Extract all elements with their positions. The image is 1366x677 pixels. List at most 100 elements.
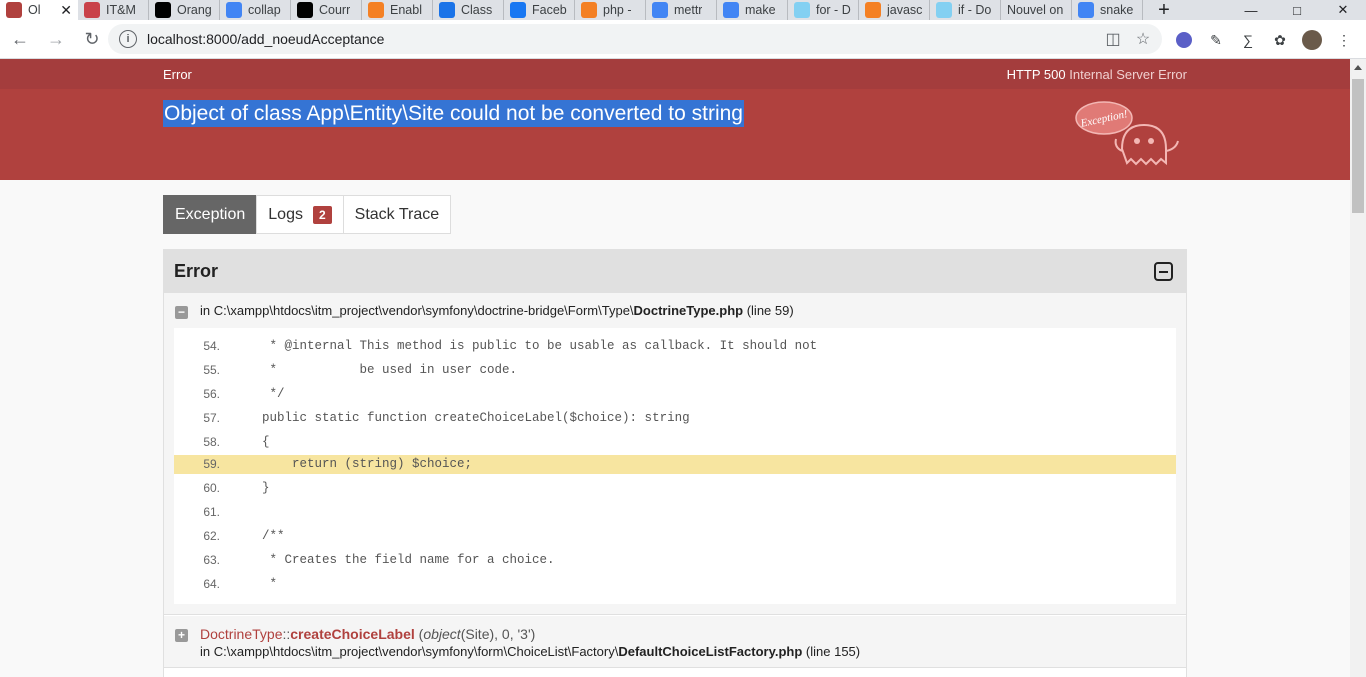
page-content: Error HTTP 500 Internal Server Error Obj… xyxy=(0,59,1350,677)
reload-icon[interactable]: ↻ xyxy=(76,23,108,55)
code-line-text: /** xyxy=(262,529,285,543)
browser-tab-label: Orang xyxy=(177,3,212,17)
exception-tabs: Exception Logs 2 Stack Trace xyxy=(163,195,452,234)
frame-class: DoctrineType xyxy=(200,626,283,642)
google-icon xyxy=(1078,2,1094,18)
error-label: Error xyxy=(163,67,192,82)
browser-tab-label: Enabl xyxy=(390,3,422,17)
frame-path: C:\xampp\htdocs\itm_project\vendor\symfo… xyxy=(213,303,634,318)
code-line-number: 60. xyxy=(203,481,220,495)
extensions-puzzle-icon[interactable]: ✿ xyxy=(1270,30,1290,50)
frame-line: (line 59) xyxy=(746,303,794,318)
code-line-number: 58. xyxy=(203,435,220,449)
code-line: 60.} xyxy=(174,479,1176,498)
code-line: 63. * Creates the field name for a choic… xyxy=(174,551,1176,570)
mdn-icon xyxy=(794,2,810,18)
code-line-text: return (string) $choice; xyxy=(262,457,473,471)
extension-icon[interactable]: ∑ xyxy=(1238,30,1258,50)
bookmark-star-icon[interactable]: ☆ xyxy=(1134,30,1152,48)
browser-tab-label: php - xyxy=(603,3,632,17)
browser-tab[interactable]: javasc xyxy=(859,0,930,20)
extension-icon[interactable]: ✎ xyxy=(1206,30,1226,50)
avatar[interactable] xyxy=(1302,30,1322,50)
code-line: 56. */ xyxy=(174,385,1176,404)
address-bar[interactable]: i localhost:8000/add_noeudAcceptance ◫ ☆ xyxy=(108,24,1162,54)
browser-tab-label: snake xyxy=(1100,3,1134,17)
browser-tab[interactable]: for - D xyxy=(788,0,859,20)
loading-icon xyxy=(439,2,455,18)
forward-icon[interactable]: → xyxy=(40,23,72,55)
code-line: 62. /** xyxy=(174,527,1176,546)
frame-line: (line 155) xyxy=(805,644,861,659)
status-text: Internal Server Error xyxy=(1069,67,1187,82)
trace-frame: − in C:\xampp\htdocs\itm_project\vendor\… xyxy=(164,293,1186,615)
code-line: 57. public static function createChoiceLa… xyxy=(174,409,1176,428)
tab-stack-trace[interactable]: Stack Trace xyxy=(342,195,452,234)
browser-tab[interactable]: Nouvel on xyxy=(1001,0,1072,20)
code-line-number: 62. xyxy=(203,529,220,543)
symfony-icon xyxy=(155,2,171,18)
browser-tab-label: collap xyxy=(248,3,281,17)
browser-tab[interactable]: collap xyxy=(220,0,291,20)
back-icon[interactable]: ← xyxy=(4,23,36,55)
browser-tab[interactable]: Enabl xyxy=(362,0,433,20)
exception-header: Object of class App\Entity\Site could no… xyxy=(0,89,1350,180)
exception-message: Object of class App\Entity\Site could no… xyxy=(163,100,744,127)
frame-file: DoctrineType.php xyxy=(633,303,744,318)
code-line-number: 57. xyxy=(203,411,220,425)
code-line: 64. * xyxy=(174,575,1176,594)
menu-kebab-icon[interactable]: ⋮ xyxy=(1334,30,1354,50)
stackoverflow-icon xyxy=(865,2,881,18)
google-icon xyxy=(652,2,668,18)
browser-tab-label: Faceb xyxy=(532,3,567,17)
close-window-icon[interactable]: ✕ xyxy=(1320,0,1366,20)
code-line-number: 55. xyxy=(203,363,220,377)
code-line: 54. * @internal This method is public to… xyxy=(174,337,1176,356)
browser-tab[interactable]: Ol ✕ xyxy=(0,0,78,20)
scroll-up-icon[interactable] xyxy=(1354,65,1362,70)
ghost-icon: Exception! xyxy=(1075,101,1179,166)
maximize-icon[interactable]: □ xyxy=(1274,0,1320,20)
minimize-icon[interactable]: — xyxy=(1228,0,1274,20)
collapse-all-icon[interactable] xyxy=(1154,262,1173,281)
new-tab-button[interactable]: + xyxy=(1149,0,1179,20)
trace-header: Error xyxy=(164,250,1186,293)
browser-tab-label: if - Do xyxy=(958,3,992,17)
browser-tab-label: make xyxy=(745,3,776,17)
browser-tab[interactable]: IT&M xyxy=(78,0,149,20)
browser-tab[interactable]: if - Do xyxy=(930,0,1001,20)
browser-tab[interactable]: Orang xyxy=(149,0,220,20)
extension-icon[interactable] xyxy=(1174,30,1194,50)
browser-tab[interactable]: Faceb xyxy=(504,0,575,20)
url-text[interactable]: localhost:8000/add_noeudAcceptance xyxy=(147,31,384,47)
browser-tab-label: Courr xyxy=(319,3,351,17)
facebook-icon xyxy=(510,2,526,18)
stackoverflow-icon xyxy=(581,2,597,18)
translate-icon[interactable]: ◫ xyxy=(1104,30,1122,48)
browser-tab-label: mettr xyxy=(674,3,703,17)
code-line-number: 64. xyxy=(203,577,220,591)
browser-tab-label: Ol xyxy=(28,3,41,17)
code-line-text: { xyxy=(262,435,270,449)
browser-tab-label: Nouvel on xyxy=(1007,3,1064,17)
browser-tab[interactable]: mettr xyxy=(646,0,717,20)
site-info-icon[interactable]: i xyxy=(119,30,137,48)
collapse-frame-icon[interactable]: − xyxy=(175,306,188,319)
code-line: 58. { xyxy=(174,433,1176,452)
trace-title: Error xyxy=(174,261,219,281)
browser-tab[interactable]: Class xyxy=(433,0,504,20)
browser-tab[interactable]: php - xyxy=(575,0,646,20)
tab-logs[interactable]: Logs 2 xyxy=(256,195,344,234)
http-status: HTTP 500 Internal Server Error xyxy=(1007,67,1187,82)
scrollbar-thumb[interactable] xyxy=(1352,79,1364,213)
browser-tab[interactable]: Courr xyxy=(291,0,362,20)
tab-exception[interactable]: Exception xyxy=(163,195,258,234)
browser-tab[interactable]: snake xyxy=(1072,0,1143,20)
browser-tab[interactable]: make xyxy=(717,0,788,20)
code-line: 61. xyxy=(174,503,1176,522)
frame-file: DefaultChoiceListFactory.php xyxy=(618,644,803,659)
close-tab-icon[interactable]: ✕ xyxy=(60,2,72,19)
expand-frame-icon[interactable]: + xyxy=(175,629,188,642)
page-scrollbar[interactable] xyxy=(1350,59,1366,677)
browser-tab-label: javasc xyxy=(887,3,923,17)
